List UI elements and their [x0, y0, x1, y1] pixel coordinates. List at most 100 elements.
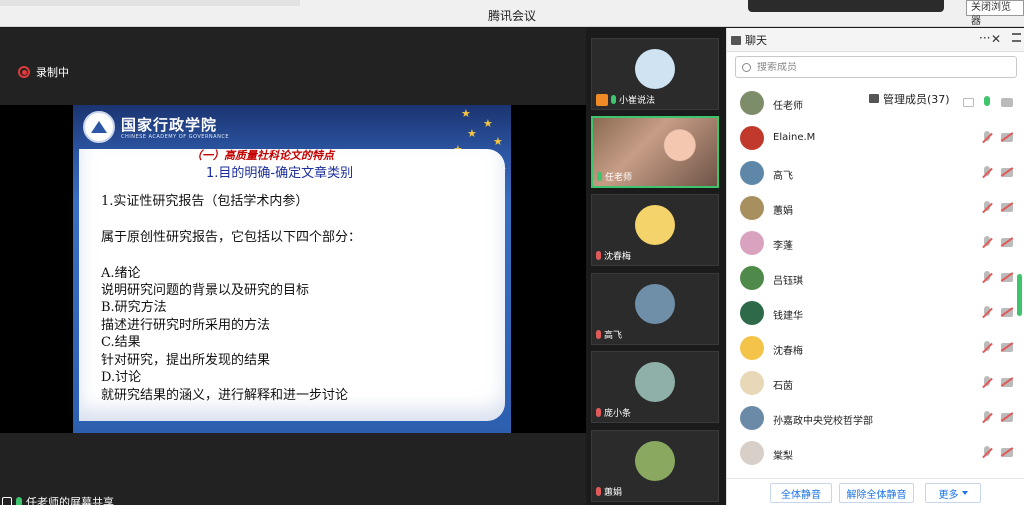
tile-name-row: 蕙娟	[596, 485, 622, 498]
camera-off-icon[interactable]	[1001, 343, 1013, 352]
list-item[interactable]: 蕙娟	[727, 191, 1024, 226]
screen-share-icon	[963, 98, 974, 107]
star-icon: ★	[493, 135, 503, 148]
camera-off-icon[interactable]	[1001, 308, 1013, 317]
more-button[interactable]: 更多	[925, 483, 981, 503]
list-item[interactable]: 棠梨	[727, 436, 1024, 471]
microphone-muted-icon[interactable]	[982, 271, 992, 285]
avatar	[740, 266, 764, 290]
microphone-muted-icon[interactable]	[982, 411, 992, 425]
recording-indicator[interactable]: 录制中	[12, 60, 75, 84]
avatar	[740, 301, 764, 325]
slide-line: C.结果	[101, 335, 141, 350]
list-item[interactable]: 吕钰琪	[727, 261, 1024, 296]
menu-icon[interactable]	[1012, 33, 1021, 42]
microphone-muted-icon[interactable]	[982, 306, 992, 320]
avatar	[635, 362, 675, 402]
member-name: 石茵	[773, 381, 793, 392]
member-list-scrollbar[interactable]	[1017, 274, 1022, 316]
member-search[interactable]	[735, 56, 1017, 78]
presentation-slide: 国家行政学院 CHINESE ACADEMY OF GOVERNANCE ★ ★…	[73, 105, 511, 433]
video-tile[interactable]: 沈春梅	[591, 194, 719, 266]
video-tile-active[interactable]: 任老师	[591, 116, 719, 188]
video-tile-column: 小崔说法 任老师 沈春梅 高飞 庞小条 蕙娟	[586, 28, 725, 505]
avatar	[740, 406, 764, 430]
school-name-cn: 国家行政学院	[121, 116, 218, 134]
avatar	[740, 196, 764, 220]
search-icon	[742, 62, 751, 72]
list-item[interactable]: 石茵	[727, 366, 1024, 401]
camera-off-icon[interactable]	[1001, 413, 1013, 422]
list-item[interactable]: 沈春梅	[727, 331, 1024, 366]
video-tile[interactable]: 高飞	[591, 273, 719, 345]
participant-name: 高飞	[604, 331, 623, 341]
tab-chat[interactable]: 聊天	[731, 28, 767, 52]
member-name: 吕钰琪	[773, 276, 803, 287]
microphone-muted-icon[interactable]	[982, 236, 992, 250]
microphone-muted-icon[interactable]	[982, 131, 992, 145]
camera-icon[interactable]	[1001, 98, 1013, 107]
microphone-muted-icon[interactable]	[982, 376, 992, 390]
list-item[interactable]: 任老师	[727, 86, 1024, 121]
list-item[interactable]: 李蓬	[727, 226, 1024, 261]
unmute-all-button[interactable]: 解除全体静音	[839, 483, 914, 503]
avatar	[740, 91, 764, 115]
star-icon: ★	[461, 107, 471, 120]
camera-off-icon[interactable]	[1001, 168, 1013, 177]
camera-off-icon[interactable]	[1001, 203, 1013, 212]
members-panel: 聊天 管理成员(37) ··· ✕ 任老师 Ela	[726, 28, 1024, 505]
camera-off-icon[interactable]	[1001, 378, 1013, 387]
member-name: Elaine.M	[773, 132, 816, 143]
list-item[interactable]: Elaine.M	[727, 121, 1024, 156]
list-item[interactable]: 孙嘉政中央党校哲学部	[727, 401, 1024, 436]
panel-tabs: 聊天 管理成员(37) ··· ✕	[727, 28, 1024, 111]
microphone-muted-icon[interactable]	[982, 446, 992, 460]
school-emblem-icon	[83, 111, 115, 143]
video-tile[interactable]: 庞小条	[591, 351, 719, 423]
member-name: 棠梨	[773, 451, 793, 462]
list-item[interactable]: 高飞	[727, 156, 1024, 191]
slide-heading-blue: 1.目的明确-确定文章类别	[206, 166, 354, 181]
school-name-en: CHINESE ACADEMY OF GOVERNANCE	[121, 134, 229, 140]
participant-name: 沈春梅	[604, 252, 632, 262]
tile-name-row: 任老师	[597, 170, 632, 183]
microphone-muted-icon[interactable]	[982, 166, 992, 180]
slide-heading-red: （一）高质量社科论文的特点	[191, 149, 334, 162]
screen-share-label[interactable]: 任老师的屏幕共享	[0, 494, 114, 505]
avatar	[740, 371, 764, 395]
host-icon	[596, 93, 608, 106]
member-name: 钱建华	[773, 311, 803, 322]
video-tile[interactable]: 小崔说法	[591, 38, 719, 110]
microphone-icon	[597, 172, 602, 181]
notification-toast	[748, 0, 944, 12]
participant-name: 任老师	[605, 173, 633, 183]
camera-off-icon[interactable]	[1001, 133, 1013, 142]
microphone-muted-icon[interactable]	[982, 341, 992, 355]
avatar	[740, 126, 764, 150]
video-tile[interactable]: 蕙娟	[591, 430, 719, 502]
recording-label: 录制中	[36, 66, 69, 79]
microphone-icon	[16, 497, 22, 505]
shared-screen-stage: 录制中 国家行政学院 CHINESE ACADEMY OF GOVERNANCE…	[0, 28, 586, 505]
star-icon: ★	[467, 127, 477, 140]
member-name: 李蓬	[773, 241, 793, 252]
close-icon[interactable]: ✕	[991, 32, 1001, 46]
slide-line: 属于原创性研究报告，它包括以下四个部分：	[101, 230, 362, 245]
list-item[interactable]: 钱建华	[727, 296, 1024, 331]
microphone-icon	[611, 95, 616, 104]
microphone-muted-icon[interactable]	[982, 201, 992, 215]
microphone-icon[interactable]	[982, 96, 992, 110]
close-browser-button[interactable]: 关闭浏览器	[966, 0, 1024, 27]
slide-line: B.研究方法	[101, 300, 167, 315]
search-input[interactable]	[757, 61, 997, 73]
mute-all-button[interactable]: 全体静音	[770, 483, 832, 503]
camera-off-icon[interactable]	[1001, 238, 1013, 247]
camera-off-icon[interactable]	[1001, 273, 1013, 282]
avatar	[740, 231, 764, 255]
more-options-icon[interactable]: ···	[979, 31, 990, 45]
microphone-muted-icon	[596, 487, 601, 496]
camera-off-icon[interactable]	[1001, 448, 1013, 457]
tile-name-row: 小崔说法	[596, 93, 655, 106]
tile-name-row: 高飞	[596, 328, 622, 341]
participant-name: 小崔说法	[619, 96, 656, 106]
